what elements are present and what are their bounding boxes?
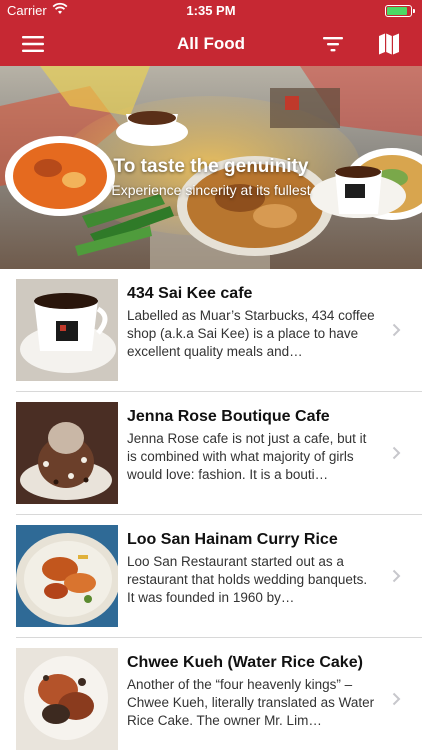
item-name: 434 Sai Kee cafe <box>127 285 253 302</box>
list-item[interactable]: Jenna Rose Boutique Cafe Jenna Rose cafe… <box>0 392 422 515</box>
item-name: Chwee Kueh (Water Rice Cake) <box>127 654 363 671</box>
item-thumbnail <box>16 402 118 504</box>
item-description: Labelled as Muar’s Starbucks, 434 coffee… <box>127 308 375 359</box>
battery-level <box>387 7 407 15</box>
item-thumbnail <box>16 279 118 381</box>
item-name: Jenna Rose Boutique Cafe <box>127 408 330 425</box>
hero-banner: To taste the genuinity Experience sincer… <box>0 66 422 269</box>
filter-icon[interactable] <box>322 34 344 54</box>
list-item[interactable]: Chwee Kueh (Water Rice Cake) Another of … <box>0 638 422 750</box>
item-description: Another of the “four heavenly kings” – C… <box>127 677 375 728</box>
navigation-bar: All Food <box>0 22 422 66</box>
item-description: Jenna Rose cafe is not just a cafe, but … <box>127 431 367 482</box>
list-item[interactable]: Loo San Hainam Curry Rice Loo San Restau… <box>0 515 422 638</box>
status-time: 1:35 PM <box>186 3 236 18</box>
chevron-right-icon <box>392 323 401 337</box>
hero-tagline: Experience sincerity at its fullest <box>111 182 311 198</box>
item-description: Loo San Restaurant started out as a rest… <box>127 554 368 605</box>
item-thumbnail <box>16 648 118 750</box>
chevron-right-icon <box>392 692 401 706</box>
item-thumbnail <box>16 525 118 627</box>
item-name: Loo San Hainam Curry Rice <box>127 531 338 548</box>
chevron-right-icon <box>392 569 401 583</box>
battery-icon <box>385 5 415 17</box>
map-icon[interactable] <box>378 32 400 56</box>
status-bar: Carrier 1:35 PM <box>0 0 422 22</box>
list-item[interactable]: 434 Sai Kee cafe Labelled as Muar’s Star… <box>0 269 422 392</box>
page-title: All Food <box>177 34 245 53</box>
chevron-right-icon <box>392 446 401 460</box>
hero-headline: To taste the genuinity <box>113 156 309 177</box>
